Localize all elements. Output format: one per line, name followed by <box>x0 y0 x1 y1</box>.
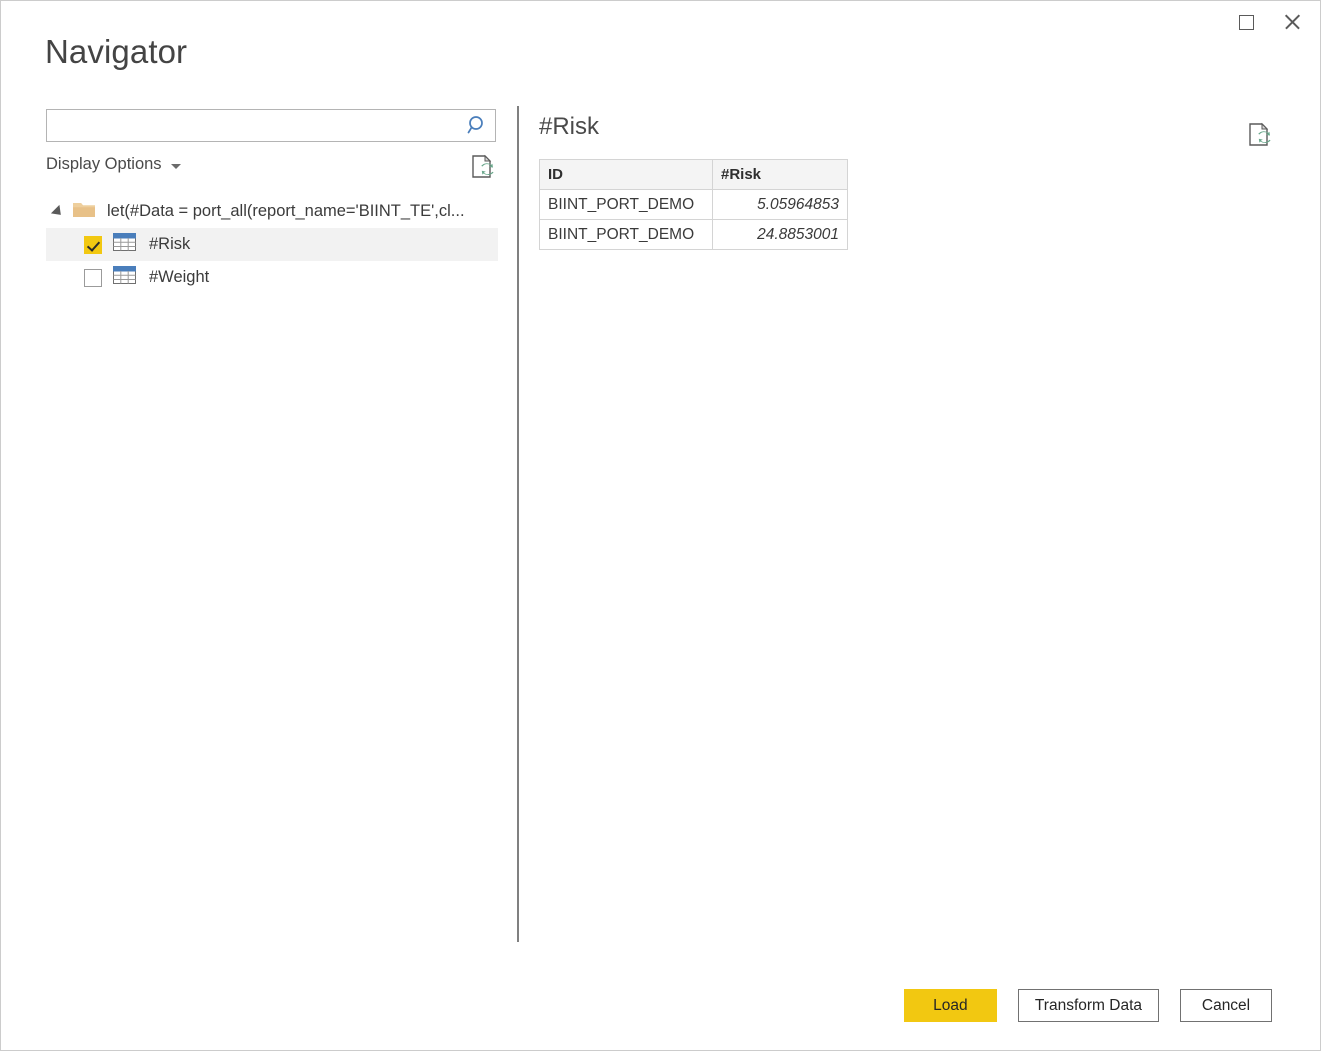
table-header-row: ID #Risk <box>539 159 848 190</box>
maximize-icon <box>1239 14 1254 30</box>
column-header-risk[interactable]: #Risk <box>712 159 848 190</box>
maximize-button[interactable] <box>1224 5 1269 39</box>
cell-id: BIINT_PORT_DEMO <box>539 219 713 250</box>
dialog-footer: Load Transform Data Cancel <box>903 989 1272 1022</box>
search-icon[interactable] <box>467 115 488 136</box>
cell-id: BIINT_PORT_DEMO <box>539 189 713 220</box>
window-controls <box>1224 5 1314 39</box>
folder-icon <box>72 200 96 224</box>
display-options-dropdown[interactable]: Display Options <box>46 155 181 174</box>
table-icon <box>113 266 136 289</box>
tree-item-risk[interactable]: #Risk <box>46 228 498 261</box>
load-button[interactable]: Load <box>903 989 997 1022</box>
table-row: BIINT_PORT_DEMO 24.8853001 <box>539 219 848 250</box>
preview-pane: #Risk ID #Risk BIINT_PORT_DEMO 5.0596485… <box>539 111 1290 250</box>
display-options-row: Display Options <box>46 153 498 183</box>
refresh-document-icon[interactable] <box>469 153 495 181</box>
tree-item-weight[interactable]: #Weight <box>46 261 498 294</box>
checkbox-risk[interactable] <box>84 235 102 254</box>
chevron-down-icon <box>170 163 181 169</box>
tree-item-label: #Weight <box>149 268 210 287</box>
table-row: BIINT_PORT_DEMO 5.05964853 <box>539 189 848 220</box>
pane-divider <box>517 106 519 942</box>
tree-root-node[interactable]: let(#Data = port_all(report_name='BIINT_… <box>46 195 498 228</box>
navigator-dialog: Navigator Display Options let(#Data = po… <box>0 0 1321 1051</box>
search-box[interactable] <box>46 109 496 142</box>
object-tree: let(#Data = port_all(report_name='BIINT_… <box>46 195 498 294</box>
preview-table: ID #Risk BIINT_PORT_DEMO 5.05964853 BIIN… <box>539 159 848 250</box>
refresh-document-icon[interactable] <box>1246 121 1272 149</box>
search-input[interactable] <box>47 110 465 141</box>
tree-root-label: let(#Data = port_all(report_name='BIINT_… <box>107 202 465 221</box>
cell-risk: 24.8853001 <box>712 219 848 250</box>
expander-icon[interactable] <box>50 204 66 219</box>
preview-title: #Risk <box>539 113 600 140</box>
table-icon <box>113 233 136 256</box>
transform-data-button[interactable]: Transform Data <box>1017 989 1159 1022</box>
display-options-label: Display Options <box>46 155 162 173</box>
column-header-id[interactable]: ID <box>539 159 713 190</box>
cancel-button[interactable]: Cancel <box>1180 989 1272 1022</box>
close-button[interactable] <box>1269 5 1314 39</box>
left-pane: Display Options let(#Data = port_all(rep… <box>46 109 498 294</box>
close-icon <box>1283 13 1301 31</box>
tree-item-label: #Risk <box>149 235 191 254</box>
page-title: Navigator <box>45 33 188 70</box>
cell-risk: 5.05964853 <box>712 189 848 220</box>
checkbox-weight[interactable] <box>84 268 102 287</box>
